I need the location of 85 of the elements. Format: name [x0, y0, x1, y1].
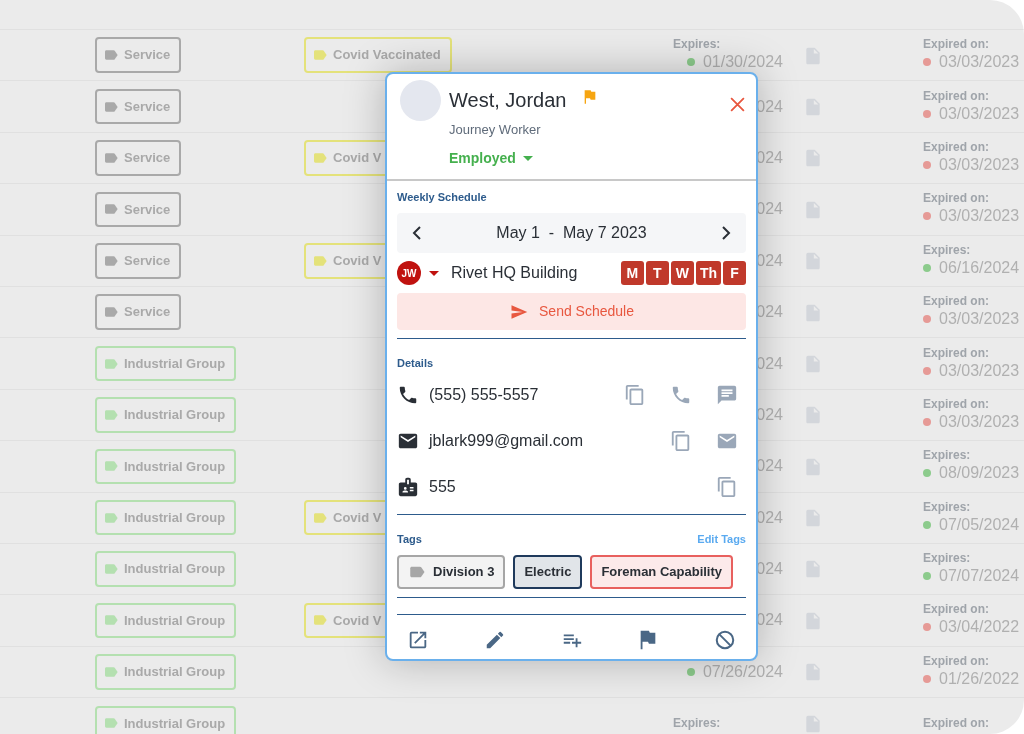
- copy-button[interactable]: [716, 475, 738, 498]
- copy-icon: [670, 429, 692, 452]
- tag-label: Industrial Group: [95, 602, 237, 639]
- date-text: 07/26/2024: [702, 661, 783, 682]
- date-label: Expired on:: [923, 345, 990, 360]
- block-icon: [714, 628, 736, 651]
- initials-avatar: JW: [397, 261, 421, 285]
- date-label: Expired on:: [923, 139, 990, 154]
- date-label: Expired on:: [923, 653, 990, 668]
- tag-label: Division 3: [397, 555, 506, 589]
- message-icon: [716, 383, 738, 406]
- date-label: Expired on:: [923, 294, 990, 309]
- date-label: Expires:: [923, 242, 972, 257]
- detail-value: jblark999@gmail.com: [429, 430, 584, 451]
- day-toggle[interactable]: T: [645, 261, 669, 285]
- copy-button[interactable]: [624, 383, 646, 406]
- detail-value: 555: [429, 476, 456, 497]
- tag-label: Electric: [513, 555, 583, 589]
- copy-icon: [624, 383, 646, 406]
- close-icon: [728, 96, 746, 114]
- caret-icon: [429, 270, 439, 276]
- tag-label: Industrial Group: [95, 345, 237, 382]
- day-toggle[interactable]: M: [620, 261, 644, 285]
- copy-button[interactable]: [670, 429, 692, 452]
- date-label: Expires:: [923, 551, 972, 566]
- date-text: 07/07/2024: [939, 566, 1020, 587]
- date-label: Expired on:: [923, 88, 990, 103]
- section-title: Details: [397, 356, 435, 371]
- job-title: Journey Worker: [449, 121, 542, 139]
- date-label: Expired on:: [923, 396, 990, 411]
- date-label: Expired on:: [923, 191, 990, 206]
- message-button[interactable]: [716, 383, 738, 406]
- date-text: 03/03/2023: [939, 411, 1020, 432]
- next-week-button[interactable]: [720, 226, 732, 240]
- date-label: Expires:: [673, 716, 722, 731]
- date-label: Expires:: [923, 499, 972, 514]
- date-label: Expired on:: [923, 37, 990, 52]
- date-text: 03/03/2023: [939, 103, 1020, 124]
- date-label: Expires:: [673, 37, 722, 52]
- tag-label: Service: [95, 191, 182, 228]
- tag-label: Industrial Group: [95, 448, 237, 485]
- date-text: 03/03/2023: [939, 52, 1020, 73]
- tag-label: Industrial Group: [95, 705, 237, 734]
- location-name: Rivet HQ Building: [451, 263, 578, 283]
- chevron-left-icon: [411, 226, 423, 240]
- tag-label: Service: [95, 88, 182, 125]
- date-text: 03/04/2022: [939, 617, 1020, 638]
- previous-week-button[interactable]: [411, 226, 423, 240]
- tag-label: Foreman Capability: [590, 555, 734, 589]
- tag-label: Industrial Group: [95, 397, 237, 433]
- id-badge-icon: [397, 475, 419, 498]
- section-title: Weekly Schedule: [397, 189, 488, 205]
- tag-label: Service: [95, 294, 182, 330]
- tag-label: Industrial Group: [95, 499, 237, 536]
- caret-icon: [522, 155, 533, 161]
- day-toggle[interactable]: Th: [695, 261, 721, 285]
- date-label: Expires:: [923, 448, 972, 463]
- employee-name: West, Jordan: [449, 88, 567, 113]
- copy-icon: [716, 475, 738, 498]
- date-text: 03/03/2023: [939, 360, 1020, 381]
- block-button[interactable]: [714, 628, 736, 651]
- avatar: [400, 80, 441, 121]
- date-text: 03/03/2023: [939, 206, 1020, 227]
- tag-label: Industrial Group: [95, 654, 237, 690]
- day-toggle[interactable]: F: [723, 261, 746, 285]
- date-label: Expired on:: [923, 602, 990, 617]
- detail-value: (555) 555-5557: [429, 384, 539, 405]
- section-title: Tags: [397, 531, 422, 547]
- tag-label: Service: [95, 243, 182, 279]
- date-text: 08/09/2023: [939, 463, 1020, 484]
- date-range: May 1 - May 7 2023: [496, 223, 647, 243]
- status-dropdown[interactable]: Employed: [449, 147, 533, 169]
- date-text: 06/16/2024: [939, 257, 1020, 278]
- date-text: 03/03/2023: [939, 309, 1020, 330]
- date-label: Expired on:: [923, 716, 990, 731]
- tag-label: Service: [95, 37, 182, 73]
- tag-label: Industrial Group: [95, 551, 237, 587]
- send-schedule-button[interactable]: Send Schedule: [397, 293, 746, 330]
- date-text: 07/05/2024: [939, 514, 1020, 535]
- day-toggle[interactable]: W: [670, 261, 694, 285]
- tag-label: Service: [95, 140, 182, 176]
- chevron-right-icon: [720, 226, 732, 240]
- date-text: 03/03/2023: [939, 154, 1020, 175]
- date-text: 01/30/2024: [702, 52, 783, 73]
- date-text: 01/26/2022: [939, 668, 1020, 689]
